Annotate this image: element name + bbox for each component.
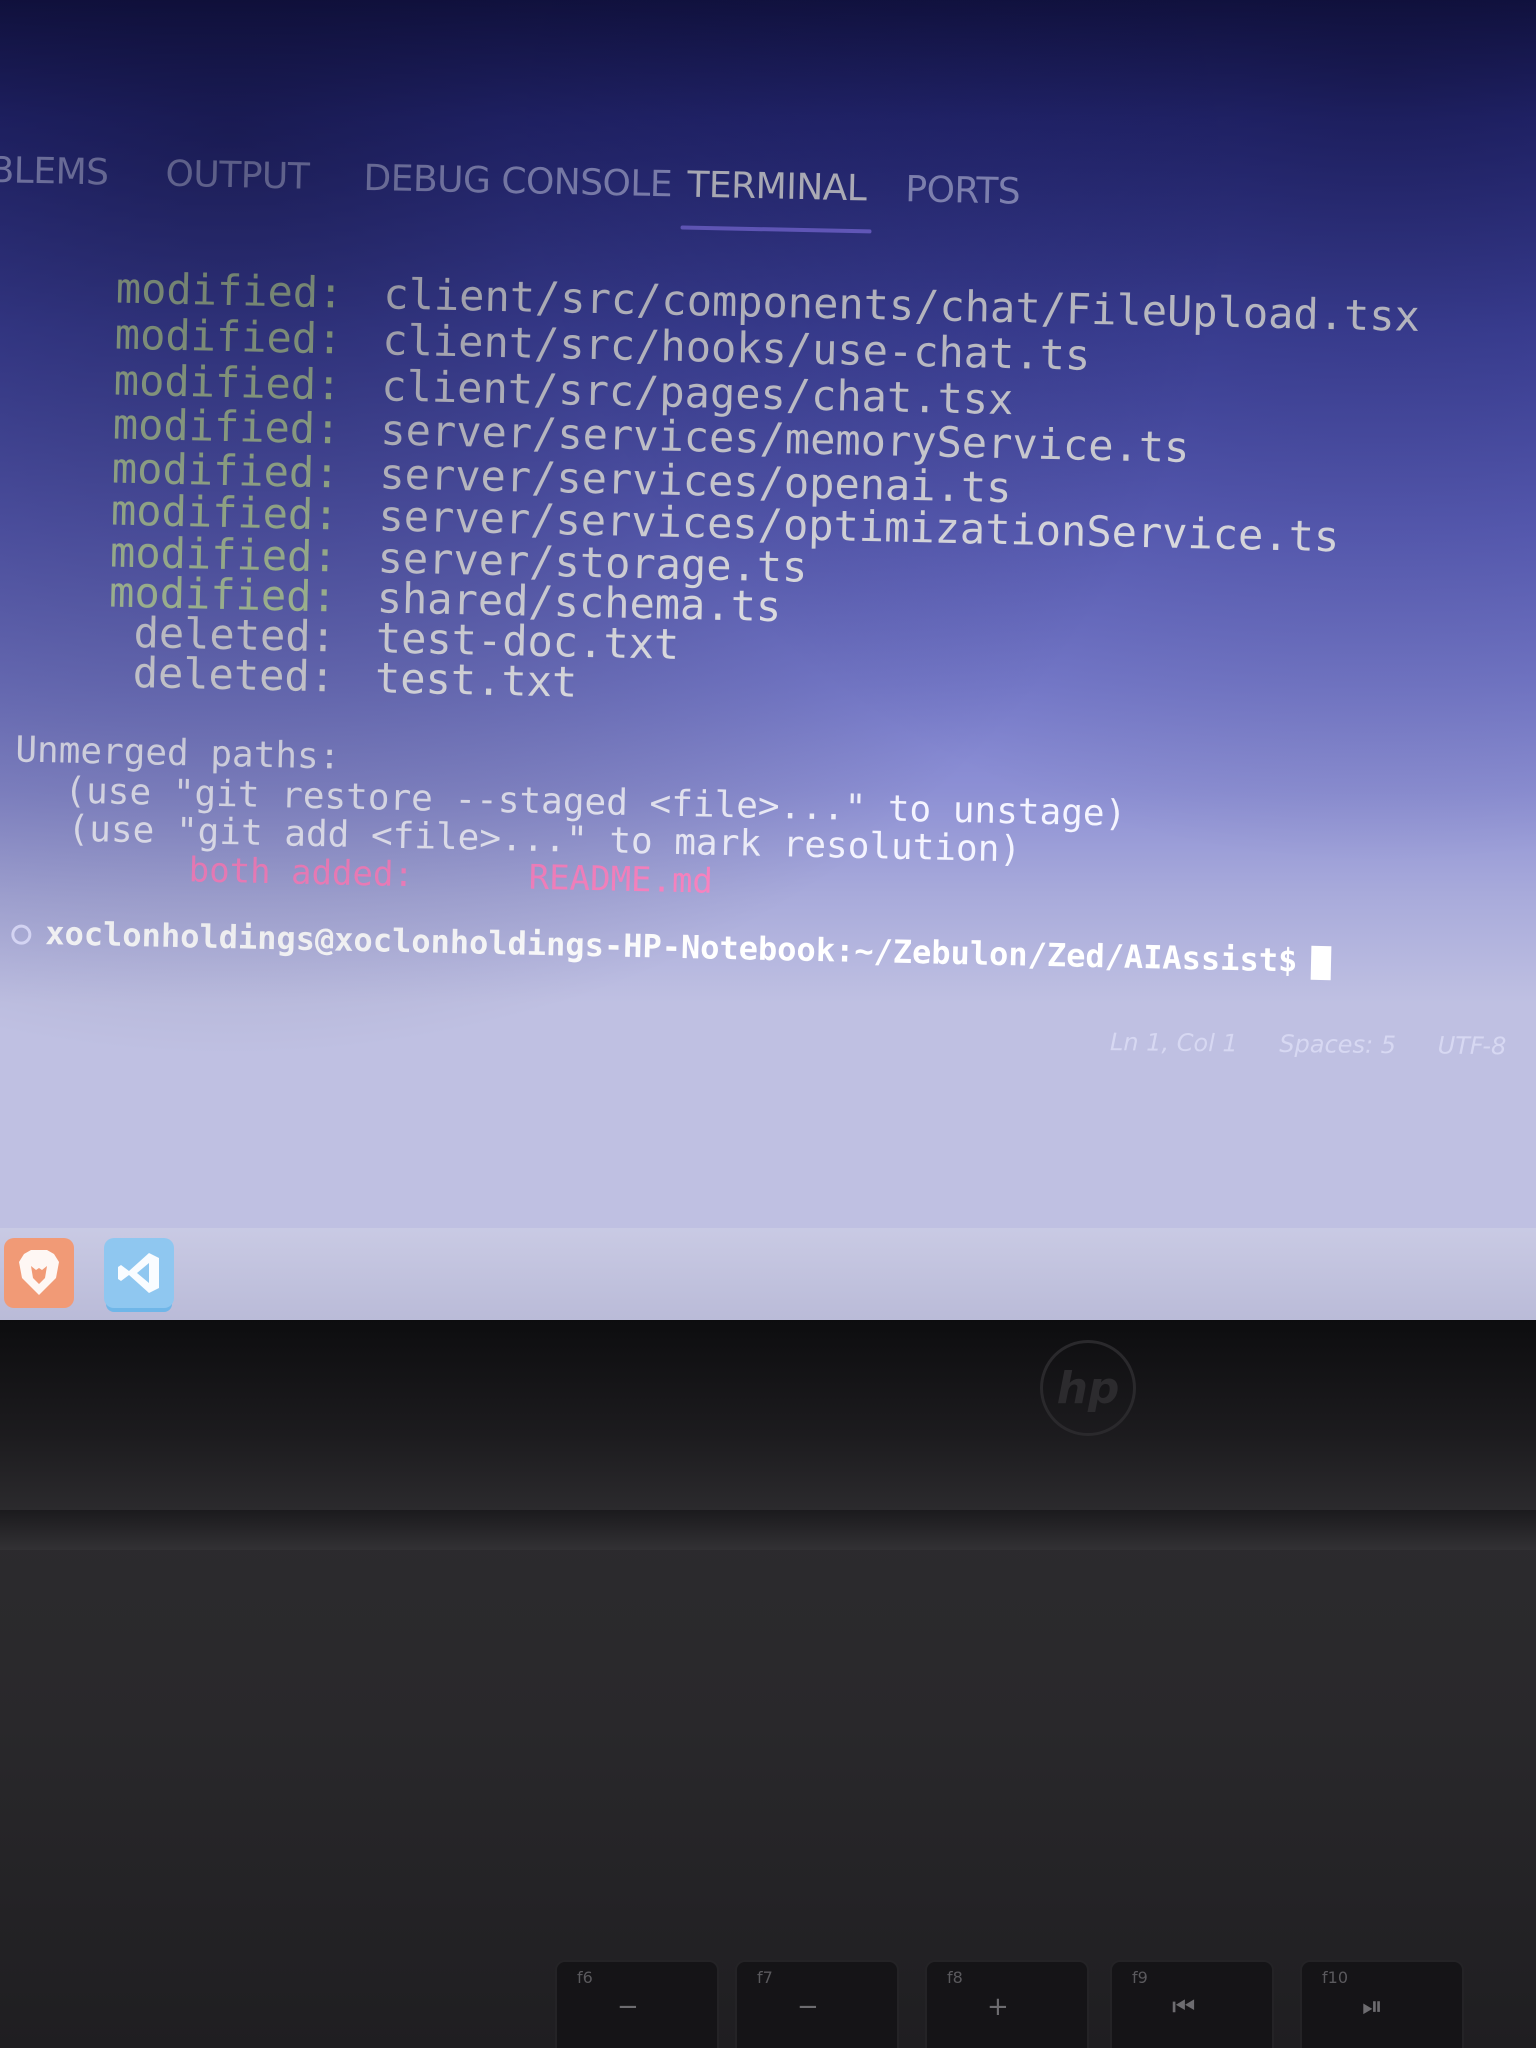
taskbar bbox=[0, 1228, 1536, 1320]
change-path: test.txt bbox=[374, 653, 578, 707]
indentation-setting[interactable]: Spaces: 5 bbox=[1279, 1030, 1396, 1059]
keyboard-key: f6 − bbox=[555, 1960, 719, 2048]
command-status-icon bbox=[11, 924, 32, 945]
vscode-logo-icon bbox=[118, 1253, 159, 1293]
play-pause-icon: ⏯ bbox=[1362, 1992, 1383, 2022]
change-status: deleted: bbox=[132, 648, 336, 702]
prompt-text: xoclonholdings@xoclonholdings-HP-Noteboo… bbox=[44, 914, 1298, 980]
conflict-row: both added: README.md bbox=[188, 850, 713, 901]
hinge bbox=[0, 1510, 1536, 1550]
text-cursor bbox=[1310, 945, 1332, 981]
file-encoding[interactable]: UTF-8 bbox=[1437, 1032, 1506, 1061]
volume-icon: − bbox=[617, 1992, 639, 2022]
laptop-screen: BLEMS OUTPUT DEBUG CONSOLE TERMINAL PORT… bbox=[0, 0, 1536, 1320]
status-bar: Ln 1, Col 1 Spaces: 5 UTF-8 bbox=[1076, 1028, 1507, 1061]
previous-track-icon: ⏮ bbox=[1172, 1992, 1196, 2022]
volume-up-icon: + bbox=[987, 1992, 1009, 2022]
unmerged-heading: Unmerged paths: bbox=[14, 729, 341, 778]
tab-ports[interactable]: PORTS bbox=[905, 169, 1021, 212]
conflict-path: README.md bbox=[528, 857, 714, 902]
brave-lion-icon bbox=[19, 1250, 59, 1295]
conflict-status: both added: bbox=[188, 850, 415, 896]
volume-down-icon: − bbox=[797, 1992, 819, 2022]
brave-icon[interactable] bbox=[4, 1238, 74, 1308]
tab-problems[interactable]: BLEMS bbox=[0, 150, 109, 193]
keyboard-key: f7 − bbox=[735, 1960, 899, 2048]
keyboard-key: f10 ⏯ bbox=[1300, 1960, 1464, 2048]
tab-terminal[interactable]: TERMINAL bbox=[687, 165, 867, 210]
shell-prompt[interactable]: xoclonholdings@xoclonholdings-HP-Noteboo… bbox=[11, 912, 1332, 981]
laptop-bezel bbox=[0, 1320, 1536, 1510]
keyboard-key: f9 ⏮ bbox=[1110, 1960, 1274, 2048]
photo-scene: BLEMS OUTPUT DEBUG CONSOLE TERMINAL PORT… bbox=[0, 0, 1536, 2048]
keyboard-key: f8 + bbox=[925, 1960, 1089, 2048]
hp-logo: hp bbox=[1040, 1340, 1136, 1436]
terminal-output[interactable]: modified: client/src/components/chat/Fil… bbox=[0, 262, 1536, 1115]
tab-output[interactable]: OUTPUT bbox=[165, 154, 310, 198]
vscode-icon[interactable] bbox=[104, 1238, 174, 1308]
tab-debug-console[interactable]: DEBUG CONSOLE bbox=[363, 158, 673, 205]
cursor-position[interactable]: Ln 1, Col 1 bbox=[1110, 1028, 1238, 1057]
panel-tab-bar: BLEMS OUTPUT DEBUG CONSOLE TERMINAL PORT… bbox=[0, 150, 1090, 263]
